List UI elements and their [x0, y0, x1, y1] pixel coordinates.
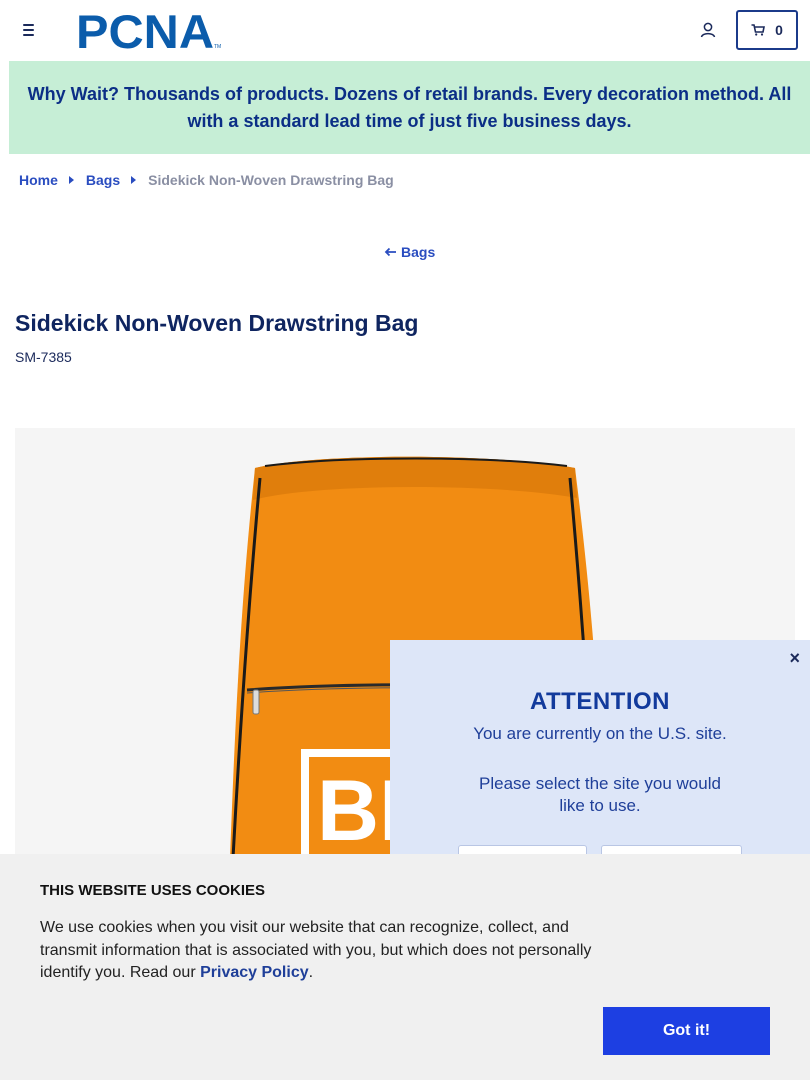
- cookie-title: THIS WEBSITE USES COOKIES: [40, 882, 266, 899]
- cookie-text: We use cookies when you visit our websit…: [40, 917, 605, 985]
- site-header: PCNA TM 0: [0, 0, 810, 61]
- promo-banner: Why Wait? Thousands of products. Dozens …: [9, 61, 810, 154]
- back-to-bags-link[interactable]: Bags: [384, 244, 435, 260]
- site-region-popup: × ATTENTION You are currently on the U.S…: [390, 640, 810, 880]
- breadcrumb-home[interactable]: Home: [19, 172, 58, 188]
- cookie-consent-bar: THIS WEBSITE USES COOKIES We use cookies…: [0, 854, 810, 1080]
- cart-button[interactable]: 0: [736, 10, 798, 50]
- breadcrumb-bags[interactable]: Bags: [86, 172, 120, 188]
- close-icon[interactable]: ×: [789, 648, 800, 669]
- accept-cookies-button[interactable]: Got it!: [603, 1007, 770, 1055]
- popup-current-site-text: You are currently on the U.S. site.: [473, 724, 727, 743]
- cart-icon: [751, 24, 766, 36]
- logo-text: PCNA: [76, 10, 214, 52]
- privacy-policy-link[interactable]: Privacy Policy: [200, 964, 309, 981]
- promo-banner-text: Why Wait? Thousands of products. Dozens …: [27, 83, 792, 131]
- account-icon[interactable]: [698, 20, 718, 40]
- chevron-right-icon: [131, 176, 137, 184]
- cookie-body-text: We use cookies when you visit our websit…: [40, 919, 592, 981]
- logo-trademark: TM: [214, 44, 221, 50]
- cart-count: 0: [775, 22, 783, 38]
- arrow-left-icon: [384, 247, 396, 257]
- menu-icon[interactable]: [18, 20, 38, 40]
- popup-select-site-text: Please select the site you would like to…: [479, 774, 721, 815]
- cookie-text-end: .: [308, 964, 314, 981]
- chevron-right-icon: [68, 176, 74, 184]
- popup-title: ATTENTION: [529, 688, 671, 715]
- back-link-label: Bags: [401, 244, 436, 260]
- product-sku: SM-7385: [15, 349, 72, 365]
- breadcrumb: Home Bags Sidekick Non-Woven Drawstring …: [19, 172, 394, 188]
- pcna-logo[interactable]: PCNA TM: [76, 10, 226, 52]
- product-title: Sidekick Non-Woven Drawstring Bag: [15, 310, 419, 336]
- breadcrumb-current: Sidekick Non-Woven Drawstring Bag: [148, 172, 394, 188]
